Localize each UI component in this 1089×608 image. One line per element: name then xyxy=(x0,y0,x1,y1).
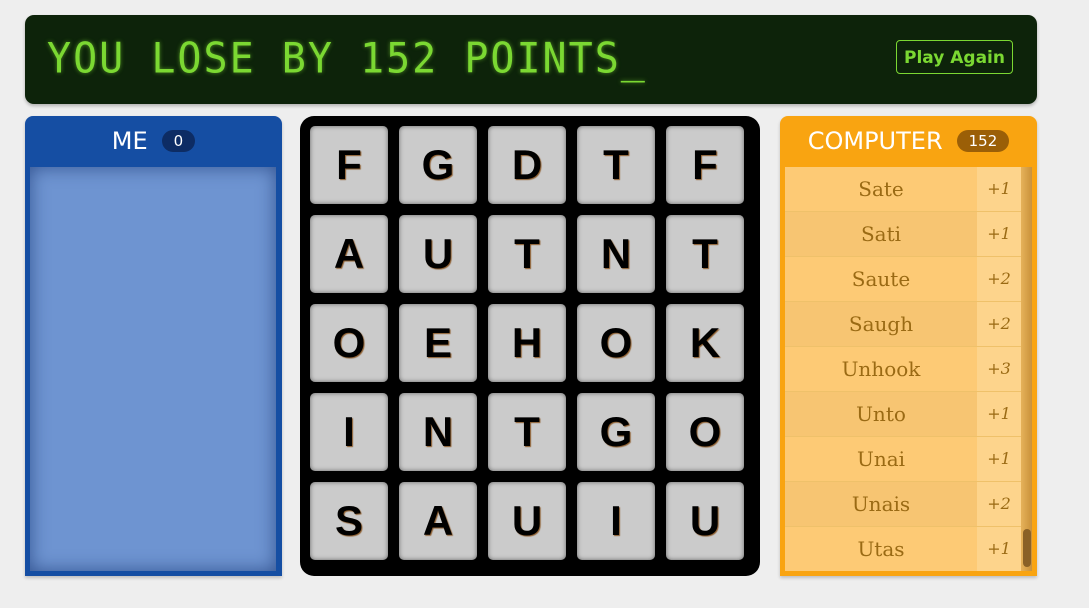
letter-tile[interactable]: H xyxy=(488,304,566,382)
word-row: Saugh +2 xyxy=(785,302,1021,347)
word-points: +2 xyxy=(977,302,1021,346)
word-row: Saute +2 xyxy=(785,257,1021,302)
player-score-badge: 0 xyxy=(161,130,196,152)
computer-name: COMPUTER xyxy=(807,127,943,155)
letter-tile[interactable]: F xyxy=(666,126,744,204)
word-row: Utas +1 xyxy=(785,527,1021,571)
word-row: Unai +1 xyxy=(785,437,1021,482)
letter-tile[interactable]: D xyxy=(488,126,566,204)
player-header: ME 0 xyxy=(25,116,282,166)
word-points: +1 xyxy=(977,437,1021,481)
letter-tile[interactable]: K xyxy=(666,304,744,382)
word-row: Sati +1 xyxy=(785,212,1021,257)
letter-tile[interactable]: A xyxy=(310,215,388,293)
letter-tile[interactable]: N xyxy=(577,215,655,293)
computer-panel: COMPUTER 152 Sate +1 Sati +1 Saute +2 Saugh +2 U… xyxy=(780,116,1037,576)
word-points: +1 xyxy=(977,527,1021,571)
letter-tile[interactable]: E xyxy=(399,304,477,382)
scrollbar-thumb[interactable] xyxy=(1023,529,1031,567)
computer-header: COMPUTER 152 xyxy=(780,116,1037,166)
letter-tile[interactable]: A xyxy=(399,482,477,560)
letter-tile[interactable]: I xyxy=(310,393,388,471)
letter-tile[interactable]: T xyxy=(488,215,566,293)
letter-tile[interactable]: G xyxy=(399,126,477,204)
letter-tile[interactable]: N xyxy=(399,393,477,471)
word-text: Unais xyxy=(785,482,977,526)
letter-tile[interactable]: T xyxy=(666,215,744,293)
letter-tile[interactable]: I xyxy=(577,482,655,560)
word-points: +1 xyxy=(977,167,1021,211)
word-row: Sate +1 xyxy=(785,167,1021,212)
letter-tile[interactable]: G xyxy=(577,393,655,471)
word-row: Unais +2 xyxy=(785,482,1021,527)
letter-board: FGDTFAUTNTOEHOKINTGOSAUIU xyxy=(300,116,760,576)
result-message: YOU LOSE BY 152 POINTS_ xyxy=(47,34,647,84)
letter-tile[interactable]: T xyxy=(577,126,655,204)
letter-tile[interactable]: U xyxy=(488,482,566,560)
word-text: Sati xyxy=(785,212,977,256)
word-text: Unai xyxy=(785,437,977,481)
letter-tile[interactable]: F xyxy=(310,126,388,204)
player-panel: ME 0 xyxy=(25,116,282,576)
word-text: Sate xyxy=(785,167,977,211)
result-banner: YOU LOSE BY 152 POINTS_ Play Again xyxy=(25,15,1037,104)
word-points: +2 xyxy=(977,257,1021,301)
word-row: Unhook +3 xyxy=(785,347,1021,392)
word-points: +1 xyxy=(977,392,1021,436)
letter-tile[interactable]: U xyxy=(666,482,744,560)
word-points: +1 xyxy=(977,212,1021,256)
word-points: +2 xyxy=(977,482,1021,526)
word-text: Unhook xyxy=(785,347,977,391)
computer-score-badge: 152 xyxy=(956,130,1010,152)
word-text: Unto xyxy=(785,392,977,436)
player-name: ME xyxy=(111,127,148,155)
computer-word-list[interactable]: Sate +1 Sati +1 Saute +2 Saugh +2 Unhook +3 Unto +1… xyxy=(785,167,1021,571)
letter-tile[interactable]: S xyxy=(310,482,388,560)
letter-tile[interactable]: O xyxy=(666,393,744,471)
word-text: Utas xyxy=(785,527,977,571)
play-again-button[interactable]: Play Again xyxy=(896,40,1013,74)
player-word-list[interactable] xyxy=(30,167,276,571)
word-points: +3 xyxy=(977,347,1021,391)
letter-tile[interactable]: T xyxy=(488,393,566,471)
letter-tile[interactable]: O xyxy=(310,304,388,382)
word-text: Saugh xyxy=(785,302,977,346)
letter-tile[interactable]: O xyxy=(577,304,655,382)
word-row: Unto +1 xyxy=(785,392,1021,437)
letter-tile[interactable]: U xyxy=(399,215,477,293)
word-text: Saute xyxy=(785,257,977,301)
computer-list-scrollbar[interactable] xyxy=(1021,167,1032,571)
